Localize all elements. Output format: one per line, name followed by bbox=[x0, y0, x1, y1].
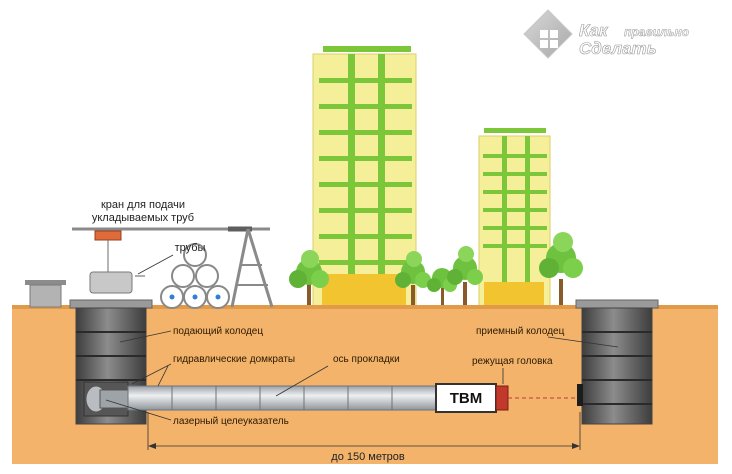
cutting-head bbox=[495, 385, 509, 411]
pipes-leader bbox=[137, 254, 174, 275]
tbm-label: TBM bbox=[450, 390, 483, 407]
logo: Как правильно Сделать bbox=[523, 9, 689, 59]
pipes-label: трубы bbox=[175, 242, 206, 254]
feed-shaft-label: подающий колодец bbox=[173, 326, 263, 337]
pipe-string bbox=[127, 385, 437, 411]
distance-label: до 150 метров bbox=[331, 451, 405, 463]
control-hut bbox=[25, 280, 66, 308]
diagram-canvas: Как правильно Сделать TBM кран для подач… bbox=[0, 0, 732, 474]
tall-building bbox=[312, 46, 417, 308]
laser-label: лазерный целеуказатель bbox=[173, 416, 289, 427]
short-building bbox=[478, 128, 551, 308]
tree-icon bbox=[447, 246, 483, 307]
axis-label: ось прокладки bbox=[333, 354, 400, 365]
crane-label-line2: укладываемых труб bbox=[92, 212, 194, 224]
logo-line3: Сделать bbox=[579, 39, 657, 58]
crane-hook-icon bbox=[94, 230, 122, 241]
hydraulic-jack bbox=[99, 389, 131, 409]
jacks-label: гидравлические домкраты bbox=[173, 354, 295, 365]
logo-line1: Как bbox=[579, 21, 609, 40]
crane-label-line1: кран для подачи bbox=[101, 199, 185, 211]
receiving-shaft bbox=[575, 299, 659, 425]
cutting-head-label: режущая головка bbox=[472, 356, 553, 367]
suspended-pipe bbox=[89, 271, 133, 294]
receive-shaft-label: приемный колодец bbox=[476, 326, 565, 337]
logo-line2: правильно bbox=[624, 25, 689, 39]
microtunneling-diagram: Как правильно Сделать TBM кран для подач… bbox=[12, 9, 718, 464]
house-logo-icon bbox=[523, 9, 573, 59]
